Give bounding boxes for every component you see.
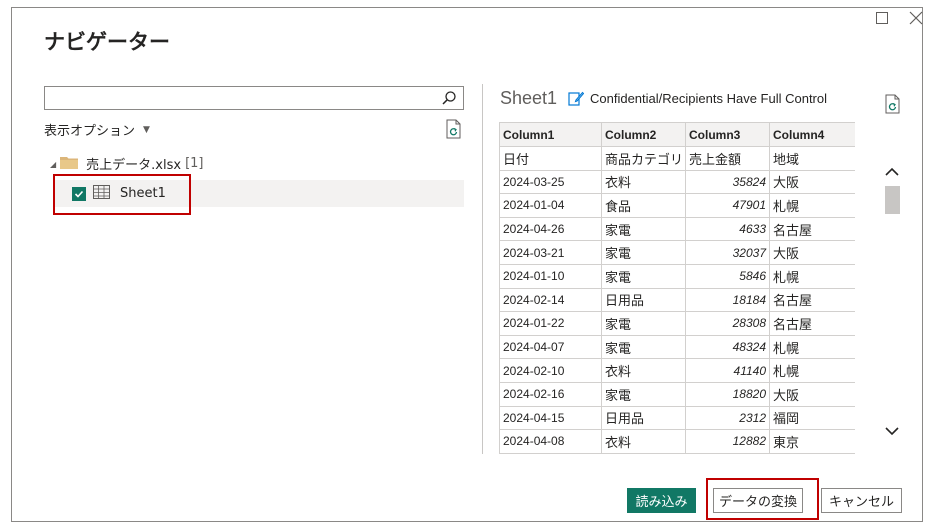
- folder-icon: [60, 155, 79, 173]
- table-row: 2024-01-04 食品 47901 札幌: [499, 193, 855, 218]
- table-cell: 地域: [769, 146, 855, 171]
- preview-refresh-icon[interactable]: [884, 94, 902, 118]
- table-cell: 2024-04-07: [499, 334, 602, 360]
- search-input[interactable]: [44, 86, 464, 110]
- table-row: 2024-02-14 日用品 18184 名古屋: [499, 287, 855, 313]
- vertical-scrollbar[interactable]: [883, 150, 901, 454]
- close-icon[interactable]: [908, 10, 923, 25]
- table-row: 2024-04-15 日用品 2312 福岡: [499, 405, 855, 431]
- table-cell: 2024-01-04: [499, 193, 602, 218]
- preview-grid: Column1 Column2 Column3 Column4 日付 商品カテゴ…: [499, 122, 855, 454]
- table-cell: 28308: [685, 311, 770, 336]
- table-cell: 2024-04-26: [499, 216, 602, 242]
- table-cell: 家電: [601, 240, 686, 265]
- table-cell: 35824: [685, 169, 770, 195]
- table-cell: 家電: [601, 334, 686, 360]
- table-cell: 家電: [601, 263, 686, 289]
- highlight-box-transform: [706, 478, 819, 520]
- display-options-label: 表示オプション: [44, 124, 136, 139]
- table-cell: 2024-03-25: [499, 169, 602, 195]
- column-header: Column2: [601, 122, 686, 147]
- table-cell: 大阪: [769, 169, 855, 195]
- table-cell: 5846: [685, 263, 770, 289]
- table-cell: 札幌: [769, 358, 855, 383]
- sensitivity-label[interactable]: Confidential/Recipients Have Full Contro…: [568, 90, 827, 106]
- table-cell: 名古屋: [769, 287, 855, 313]
- table-cell: 4633: [685, 216, 770, 242]
- table-cell: 売上金額: [685, 146, 770, 171]
- table-cell: 大阪: [769, 240, 855, 265]
- table-row: 2024-03-21 家電 32037 大阪: [499, 240, 855, 265]
- table-cell: 2024-01-22: [499, 311, 602, 336]
- table-row: 2024-02-16 家電 18820 大阪: [499, 381, 855, 407]
- table-cell: 札幌: [769, 263, 855, 289]
- table-cell: 48324: [685, 334, 770, 360]
- scroll-thumb[interactable]: [885, 186, 900, 214]
- scroll-up-chevron-icon[interactable]: [885, 162, 899, 181]
- column-header: Column1: [499, 122, 602, 147]
- table-row: 日付 商品カテゴリ 売上金額 地域: [499, 146, 855, 171]
- table-cell: 47901: [685, 193, 770, 218]
- table-cell: 2024-04-08: [499, 429, 602, 454]
- table-cell: 名古屋: [769, 311, 855, 336]
- load-button[interactable]: 読み込み: [627, 488, 696, 513]
- sensitivity-text: Confidential/Recipients Have Full Contro…: [590, 90, 828, 106]
- table-row: 2024-04-07 家電 48324 札幌: [499, 334, 855, 360]
- table-cell: 2024-04-15: [499, 405, 602, 431]
- table-cell: 衣料: [601, 358, 686, 383]
- table-cell: 12882: [685, 429, 770, 454]
- table-row: 2024-03-25 衣料 35824 大阪: [499, 169, 855, 195]
- table-cell: 商品カテゴリ: [601, 146, 686, 171]
- search-icon[interactable]: [441, 90, 457, 110]
- dialog-title: ナビゲーター: [44, 30, 170, 54]
- table-cell: 18820: [685, 381, 770, 407]
- sensitivity-edit-icon: [568, 91, 584, 106]
- table-cell: 名古屋: [769, 216, 855, 242]
- table-cell: 2312: [685, 405, 770, 431]
- cancel-button[interactable]: キャンセル: [821, 488, 902, 513]
- table-cell: 家電: [601, 216, 686, 242]
- display-options-dropdown[interactable]: 表示オプション ▼: [44, 120, 150, 139]
- refresh-icon[interactable]: [445, 119, 463, 143]
- table-row: 2024-04-26 家電 4633 名古屋: [499, 216, 855, 242]
- chevron-down-icon: ▼: [143, 124, 150, 135]
- table-cell: 32037: [685, 240, 770, 265]
- table-cell: 大阪: [769, 381, 855, 407]
- maximize-icon[interactable]: [876, 12, 888, 24]
- table-cell: 日付: [499, 146, 602, 171]
- table-row: 2024-01-22 家電 28308 名古屋: [499, 311, 855, 336]
- table-cell: 日用品: [601, 405, 686, 431]
- table-cell: 2024-01-10: [499, 263, 602, 289]
- table-cell: 2024-02-16: [499, 381, 602, 407]
- table-cell: 札幌: [769, 193, 855, 218]
- table-cell: 衣料: [601, 169, 686, 195]
- table-cell: 41140: [685, 358, 770, 383]
- table-cell: 日用品: [601, 287, 686, 313]
- table-row: 2024-01-10 家電 5846 札幌: [499, 263, 855, 289]
- preview-title: Sheet1: [500, 88, 558, 108]
- table-cell: 2024-03-21: [499, 240, 602, 265]
- scroll-down-chevron-icon[interactable]: [885, 421, 899, 440]
- file-count-label: [1]: [185, 156, 204, 171]
- header-row: Column1 Column2 Column3 Column4: [499, 122, 855, 147]
- tree-file-node[interactable]: ◢ 売上データ.xlsx [1]: [50, 154, 203, 173]
- table-cell: 家電: [601, 381, 686, 407]
- table-cell: 札幌: [769, 334, 855, 360]
- column-header: Column4: [769, 122, 855, 147]
- pane-divider[interactable]: [482, 84, 483, 454]
- table-cell: 家電: [601, 311, 686, 336]
- file-name-label: 売上データ.xlsx: [86, 158, 182, 173]
- table-cell: 福岡: [769, 405, 855, 431]
- table-cell: 2024-02-10: [499, 358, 602, 383]
- expand-triangle-icon[interactable]: ◢: [50, 160, 56, 169]
- table-row: 2024-04-08 衣料 12882 東京: [499, 429, 855, 454]
- table-cell: 東京: [769, 429, 855, 454]
- table-cell: 18184: [685, 287, 770, 313]
- table-cell: 食品: [601, 193, 686, 218]
- column-header: Column3: [685, 122, 770, 147]
- table-cell: 2024-02-14: [499, 287, 602, 313]
- table-cell: 衣料: [601, 429, 686, 454]
- highlight-box-sheet: [53, 174, 191, 215]
- table-row: 2024-02-10 衣料 41140 札幌: [499, 358, 855, 383]
